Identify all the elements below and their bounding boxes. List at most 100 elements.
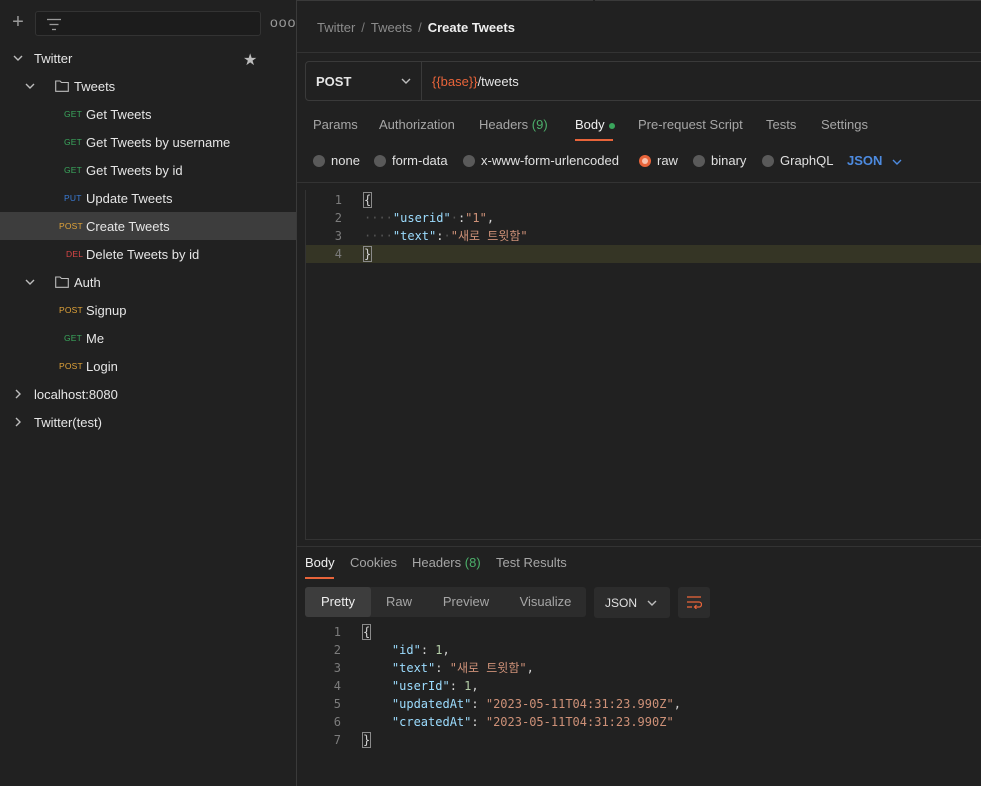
method-badge: GET: [64, 137, 83, 147]
request-get-tweets-by-id[interactable]: GET Get Tweets by id: [0, 156, 296, 184]
divider: [297, 52, 981, 53]
wrap-lines-button[interactable]: [678, 587, 710, 618]
json-key: "id": [391, 643, 421, 657]
code-line: 6 "createdAt": "2023-05-11T04:31:23.990Z…: [305, 713, 981, 731]
radio-binary[interactable]: binary: [693, 153, 746, 168]
more-icon[interactable]: ooo: [270, 14, 296, 30]
tab-body[interactable]: Body: [575, 117, 615, 132]
json-value: "2023-05-11T04:31:23.990Z": [485, 715, 674, 729]
code-line: 2 ····"userid"·:"1",: [306, 209, 981, 227]
request-login[interactable]: POST Login: [0, 352, 296, 380]
radio-label: none: [331, 153, 360, 168]
request-get-tweets-by-username[interactable]: GET Get Tweets by username: [0, 128, 296, 156]
plus-icon[interactable]: +: [9, 12, 27, 32]
radio-graphql[interactable]: GraphQL: [762, 153, 833, 168]
json-value: "새로 트윗함": [450, 229, 528, 243]
radio-form-data[interactable]: form-data: [374, 153, 448, 168]
body-indicator-dot: [608, 122, 615, 129]
collection-label: Twitter(test): [34, 414, 102, 430]
method-badge: POST: [59, 221, 83, 231]
json-key: "text": [392, 229, 437, 243]
method-badge: DEL: [66, 249, 84, 259]
request-label: Get Tweets by id: [86, 162, 183, 178]
code-line: 3 "text": "새로 트윗함",: [305, 659, 981, 677]
chevron-down-icon[interactable]: [25, 277, 35, 287]
folder-auth[interactable]: Auth: [0, 268, 296, 296]
request-update-tweets[interactable]: PUT Update Tweets: [0, 184, 296, 212]
line-number: 7: [333, 733, 341, 747]
tab-params[interactable]: Params: [313, 117, 358, 132]
request-get-tweets[interactable]: GET Get Tweets: [0, 100, 296, 128]
folder-tweets[interactable]: Tweets: [0, 72, 296, 100]
url-input[interactable]: {{base}}/tweets: [432, 74, 519, 89]
chevron-right-icon[interactable]: [13, 417, 23, 427]
view-raw-button[interactable]: Raw: [371, 587, 427, 617]
response-body-viewer[interactable]: 1{ 2 "id": 1, 3 "text": "새로 트윗함", 4 "use…: [305, 622, 981, 782]
request-label: Get Tweets: [86, 106, 152, 122]
collection-localhost[interactable]: localhost:8080: [0, 380, 296, 408]
radio-label: binary: [711, 153, 747, 168]
radio-none[interactable]: none: [313, 153, 360, 168]
response-view-toggle: Pretty Raw Preview Visualize: [305, 587, 586, 617]
request-create-tweets[interactable]: POST Create Tweets: [0, 212, 296, 240]
folder-icon: [55, 276, 69, 288]
view-pretty-button[interactable]: Pretty: [305, 587, 371, 617]
collection-twitter[interactable]: Twitter ★: [0, 44, 296, 72]
radio-urlencoded[interactable]: x-www-form-urlencoded: [463, 153, 619, 168]
chevron-down-icon[interactable]: [25, 81, 35, 91]
radio-circle: [762, 154, 774, 167]
chevron-right-icon[interactable]: [13, 389, 23, 399]
response-format-value: JSON: [605, 596, 638, 610]
json-value: "1": [465, 211, 487, 225]
method-select[interactable]: POST: [306, 62, 422, 100]
json-value: "새로 트윗함": [449, 661, 527, 675]
language-select[interactable]: JSON: [847, 153, 902, 168]
method-badge: POST: [59, 305, 83, 315]
line-number: 6: [333, 715, 341, 729]
tab-authorization[interactable]: Authorization: [379, 117, 455, 132]
folder-label: Tweets: [74, 78, 116, 94]
resp-tab-cookies[interactable]: Cookies: [350, 555, 397, 570]
radio-label: raw: [657, 153, 678, 168]
view-visualize-button[interactable]: Visualize: [505, 587, 586, 617]
resp-tab-test-results[interactable]: Test Results: [496, 555, 567, 570]
chevron-down-icon[interactable]: [13, 53, 23, 63]
request-body-editor[interactable]: 1{ 2 ····"userid"·:"1", 3 ····"text":·"새로 …: [305, 190, 981, 540]
chevron-down-icon: [401, 78, 411, 84]
tab-prerequest-script[interactable]: Pre-request Script: [638, 117, 743, 132]
request-delete-tweets-by-id[interactable]: DEL Delete Tweets by id: [0, 240, 296, 268]
request-label: Get Tweets by username: [86, 134, 231, 150]
code-line: 1{: [306, 191, 981, 209]
collection-label: localhost:8080: [34, 386, 118, 402]
breadcrumb-item[interactable]: Tweets: [371, 20, 412, 35]
resp-tab-body[interactable]: Body: [305, 555, 335, 570]
breadcrumb-current[interactable]: Create Tweets: [428, 20, 515, 35]
tab-headers[interactable]: Headers (9): [479, 117, 548, 132]
sidebar-toolbar: + ooo: [0, 0, 297, 44]
json-key: "createdAt": [391, 715, 472, 729]
folder-label: Auth: [74, 274, 101, 290]
request-signup[interactable]: POST Signup: [0, 296, 296, 324]
line-number: 2: [333, 643, 341, 657]
tab-tests[interactable]: Tests: [766, 117, 796, 132]
line-number: 4: [334, 247, 342, 261]
radio-label: x-www-form-urlencoded: [481, 153, 619, 168]
collection-twitter-test[interactable]: Twitter(test): [0, 408, 296, 436]
active-tab-indicator: [305, 577, 334, 579]
json-value: 1: [464, 679, 472, 693]
tab-strip-edge: [297, 0, 981, 4]
view-preview-button[interactable]: Preview: [427, 587, 505, 617]
resp-tab-headers[interactable]: Headers (8): [412, 555, 481, 570]
radio-circle: [313, 154, 325, 167]
radio-circle: [693, 154, 705, 167]
breadcrumb-item[interactable]: Twitter: [317, 20, 355, 35]
star-icon[interactable]: ★: [243, 50, 257, 70]
request-me[interactable]: GET Me: [0, 324, 296, 352]
radio-raw[interactable]: raw: [639, 153, 678, 168]
search-input[interactable]: [35, 11, 261, 36]
response-format-select[interactable]: JSON: [594, 587, 670, 618]
radio-circle: [463, 154, 475, 167]
method-select-value: POST: [316, 74, 352, 89]
tab-settings[interactable]: Settings: [821, 117, 868, 132]
json-value: 1: [435, 643, 443, 657]
